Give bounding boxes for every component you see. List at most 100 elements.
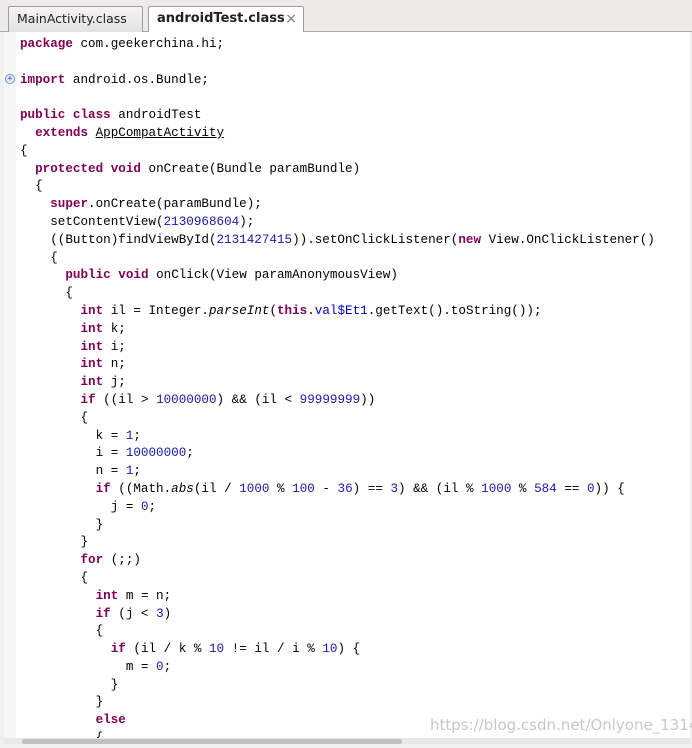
code-line[interactable]: ((Button)findViewById(2131427415)).setOn… <box>20 232 655 250</box>
fold-expand-icon[interactable]: + <box>5 74 15 84</box>
code-token: android.os.Bundle; <box>65 72 209 87</box>
code-token: ((Button)findViewById( <box>50 232 217 247</box>
code-line[interactable]: int m = n; <box>20 588 655 606</box>
tab-androidtest[interactable]: androidTest.class × <box>148 6 304 33</box>
code-token: 10000000 <box>156 392 217 407</box>
code-token: onCreate(Bundle paramBundle) <box>140 161 361 176</box>
code-token: for <box>80 553 104 568</box>
code-line[interactable]: m = 0; <box>20 659 655 677</box>
tab-label: androidTest.class <box>157 11 285 26</box>
code-token: ((il > <box>95 392 157 407</box>
code-token: if <box>95 606 111 621</box>
code-token: { <box>35 179 43 194</box>
code-line[interactable]: { <box>20 570 655 588</box>
code-token: 100 <box>292 481 315 496</box>
close-icon[interactable]: × <box>285 7 297 31</box>
tab-mainactivity[interactable]: MainActivity.class <box>8 6 143 32</box>
code-line[interactable]: if (il / k % 10 != il / i % 10) { <box>20 641 655 659</box>
code-token: { <box>80 570 89 585</box>
code-line[interactable]: int i; <box>20 339 655 357</box>
code-line[interactable]: n = 1; <box>20 463 655 481</box>
code-token[interactable]: AppCompatActivity <box>96 126 224 140</box>
scrollbar-thumb[interactable] <box>22 739 402 744</box>
code-token: } <box>80 535 89 550</box>
code-token: .onCreate(paramBundle); <box>88 197 262 212</box>
code-line[interactable]: int j; <box>20 374 655 392</box>
code-line[interactable]: import android.os.Bundle; <box>20 72 655 90</box>
code-line[interactable]: { <box>20 178 655 196</box>
code-line[interactable]: } <box>20 694 655 712</box>
code-line[interactable]: { <box>20 143 655 161</box>
code-token: 2130968604 <box>163 214 240 229</box>
code-line[interactable]: { <box>20 285 655 303</box>
code-token: ((Math. <box>110 481 172 496</box>
code-token: 10 <box>322 642 338 657</box>
code-token: ); <box>239 214 255 229</box>
code-line[interactable]: k = 1; <box>20 428 655 446</box>
code-token: ; <box>186 446 194 461</box>
code-line[interactable]: i = 10000000; <box>20 445 655 463</box>
code-line[interactable]: } <box>20 534 655 552</box>
code-line[interactable] <box>20 89 655 107</box>
code-line[interactable]: { <box>20 250 655 268</box>
code-token: int <box>80 339 104 354</box>
code-token: 0 <box>140 499 149 514</box>
code-line[interactable]: setContentView(2130968604); <box>20 214 655 232</box>
code-token: View.OnClickListener() <box>481 232 655 247</box>
code-token: val$Et1 <box>314 303 368 318</box>
code-line[interactable]: } <box>20 677 655 695</box>
code-line[interactable]: package com.geekerchina.hi; <box>20 36 655 54</box>
code-line[interactable]: extends AppCompatActivity <box>20 125 655 143</box>
code-token: i = <box>95 446 126 461</box>
code-token: androidTest <box>110 108 202 123</box>
code-token: 99999999 <box>299 392 361 407</box>
code-token: extends <box>35 125 89 140</box>
code-token: protected <box>35 161 104 176</box>
code-line[interactable]: public class androidTest <box>20 107 655 125</box>
source-code[interactable]: package com.geekerchina.hi; import androi… <box>20 36 655 748</box>
code-line[interactable] <box>20 54 655 72</box>
code-line[interactable]: protected void onCreate(Bundle paramBund… <box>20 161 655 179</box>
code-token: % <box>269 481 293 496</box>
code-line[interactable]: if ((il > 10000000) && (il < 99999999)) <box>20 392 655 410</box>
code-line[interactable]: int n; <box>20 356 655 374</box>
code-token: )) { <box>594 481 625 496</box>
code-token: { <box>65 286 73 301</box>
code-line[interactable]: int il = Integer.parseInt(this.val$Et1.g… <box>20 303 655 321</box>
code-line[interactable]: for (;;) <box>20 552 655 570</box>
code-token: .getText().toString()); <box>367 303 542 318</box>
code-token: import <box>20 72 66 87</box>
code-line[interactable]: if (j < 3) <box>20 606 655 624</box>
code-line[interactable]: int k; <box>20 321 655 339</box>
code-line[interactable]: super.onCreate(paramBundle); <box>20 196 655 214</box>
watermark: https://blog.csdn.net/Onlyone_1314 <box>430 716 692 734</box>
code-token: ( <box>269 303 277 318</box>
code-token: k = <box>95 428 126 443</box>
code-token: != il / i % <box>224 642 323 657</box>
code-token: 0 <box>586 481 595 496</box>
code-line[interactable]: { <box>20 410 655 428</box>
code-line[interactable]: j = 0; <box>20 499 655 517</box>
code-token: . <box>307 303 315 318</box>
code-line[interactable]: public void onClick(View paramAnonymousV… <box>20 267 655 285</box>
code-token: ; <box>133 464 141 479</box>
code-line[interactable]: } <box>20 517 655 535</box>
code-line[interactable]: { <box>20 623 655 641</box>
code-line[interactable]: if ((Math.abs(il / 1000 % 100 - 36) == 3… <box>20 481 655 499</box>
code-token: int <box>80 303 104 318</box>
